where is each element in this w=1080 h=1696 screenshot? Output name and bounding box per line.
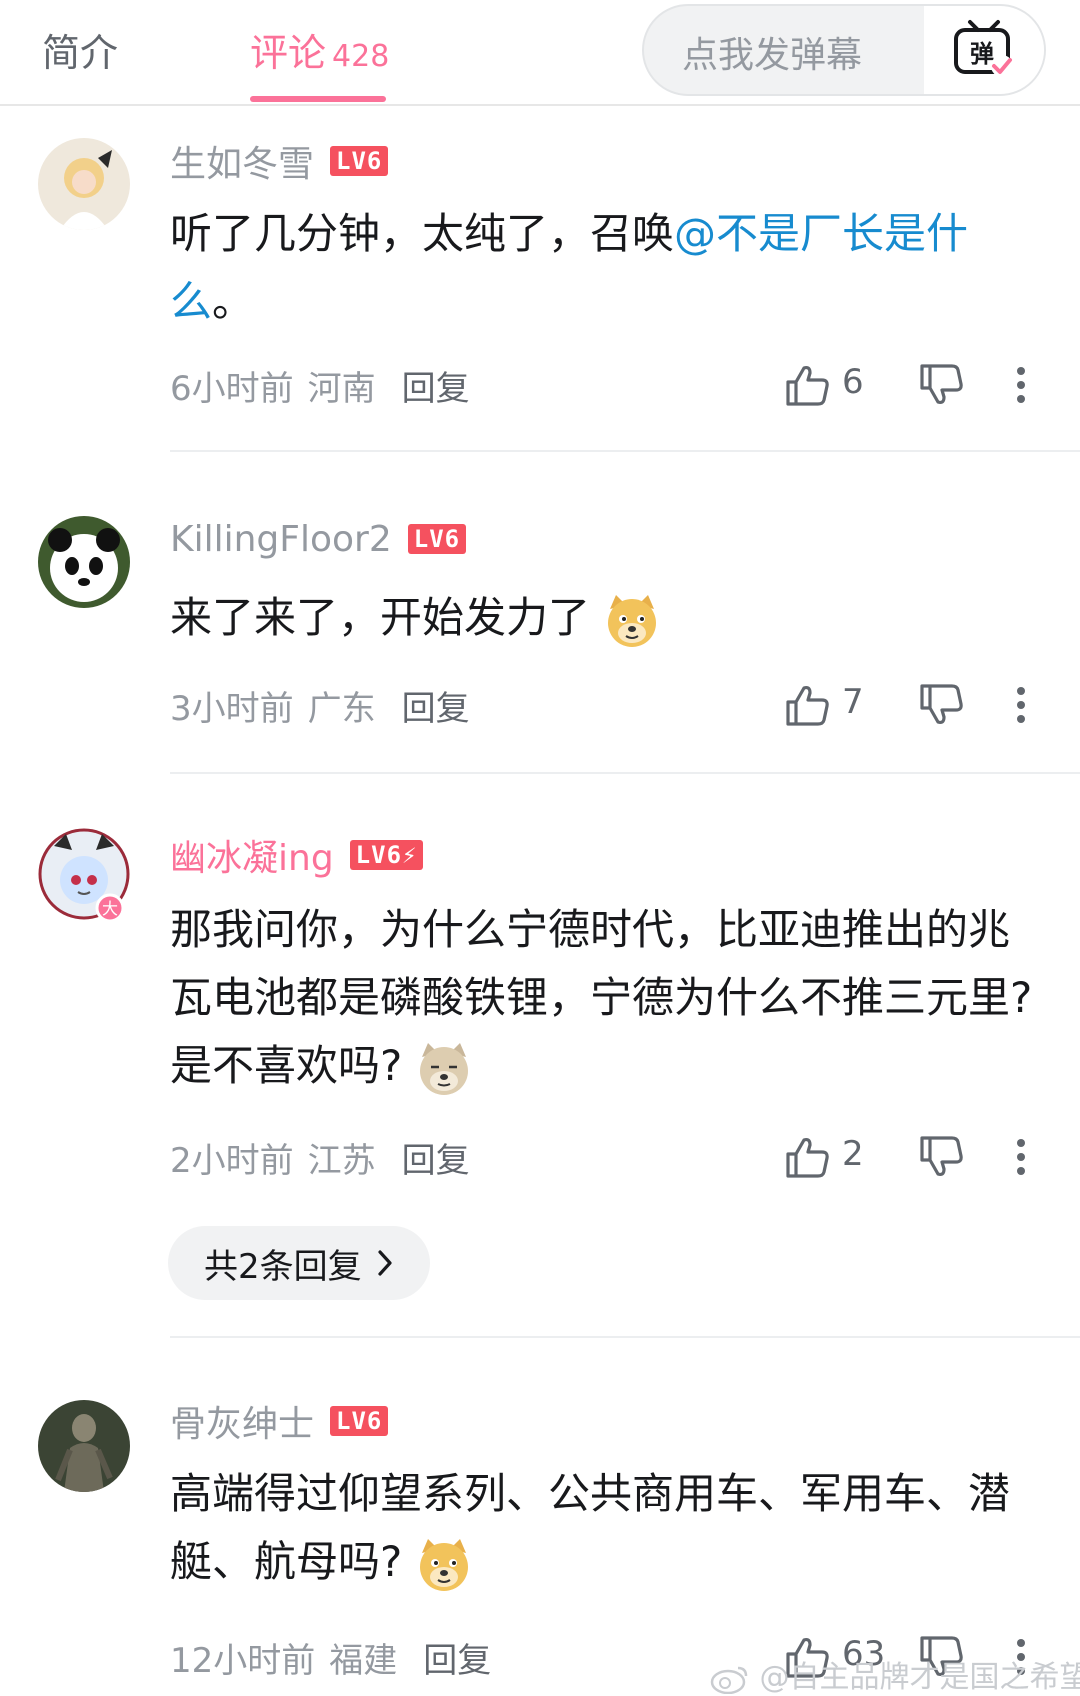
comment-divider xyxy=(170,450,1080,452)
view-replies-label: 共2条回复 xyxy=(204,1246,362,1287)
comment-text-body: 那我问你，为什么宁德时代，比亚迪推出的兆瓦电池都是磷酸铁锂，宁德为什么不推三元里… xyxy=(170,905,1033,1090)
tab-bar: 简介 评论 428 点我发弹幕 弹 xyxy=(0,0,1080,106)
level-badge: LV6 xyxy=(330,1406,389,1436)
comment-location: 福建 xyxy=(329,1640,398,1681)
more-vertical-icon[interactable] xyxy=(1016,366,1026,404)
comment-time: 3小时前 xyxy=(170,688,294,729)
avatar[interactable] xyxy=(38,1400,130,1492)
comment-header: 骨灰绅士 LV6 xyxy=(170,1395,389,1447)
thumb-down-icon[interactable] xyxy=(918,1136,964,1178)
comment-location: 江苏 xyxy=(307,1140,376,1181)
danmaku-placeholder: 点我发弹幕 xyxy=(682,35,863,76)
tab-intro[interactable]: 简介 xyxy=(42,22,118,77)
danmaku-glyph: 弹 xyxy=(970,40,994,68)
comment-text: 高端得过仰望系列、公共商用车、军用车、潜艇、航母吗? xyxy=(170,1460,1040,1596)
thumb-down-icon[interactable] xyxy=(918,684,964,726)
reply-button[interactable]: 回复 xyxy=(402,1133,470,1182)
like-count: 6 xyxy=(842,362,864,402)
username[interactable]: 生如冬雪 xyxy=(170,135,314,187)
comment-time: 6小时前 xyxy=(170,368,294,409)
more-vertical-icon[interactable] xyxy=(1016,1138,1026,1176)
svg-text:大: 大 xyxy=(102,899,118,918)
reply-button[interactable]: 回复 xyxy=(423,1633,491,1682)
comment-meta: 2小时前 江苏 回复 xyxy=(170,1132,470,1182)
reply-button[interactable]: 回复 xyxy=(402,681,470,730)
comment-location: 广东 xyxy=(307,688,376,729)
comment-divider xyxy=(170,1336,1080,1338)
comment-time: 2小时前 xyxy=(170,1140,294,1181)
reply-button[interactable]: 回复 xyxy=(402,361,470,410)
comment-actions: 2 xyxy=(780,1132,1050,1182)
tab-comments-label: 评论 xyxy=(250,31,327,75)
danmaku-toggle-button[interactable]: 弹 xyxy=(924,6,1044,94)
danmaku-input[interactable]: 点我发弹幕 弹 xyxy=(642,4,1046,96)
comment-meta: 3小时前 广东 回复 xyxy=(170,680,470,730)
chevron-right-icon xyxy=(378,1250,392,1276)
thumb-up-icon[interactable] xyxy=(784,684,830,726)
like-count: 2 xyxy=(842,1134,864,1174)
comment-text: 那我问你，为什么宁德时代，比亚迪推出的兆瓦电池都是磷酸铁锂，宁德为什么不推三元里… xyxy=(170,896,1040,1100)
level-badge: LV6⚡ xyxy=(349,840,424,870)
username[interactable]: 幽冰凝ing xyxy=(170,829,334,881)
doge-emoji xyxy=(420,1538,469,1591)
avatar[interactable]: 大 xyxy=(38,828,130,923)
comment-header: 生如冬雪 LV6 xyxy=(170,135,389,187)
weibo-icon xyxy=(710,1666,748,1694)
comment-actions: 6 xyxy=(780,360,1050,410)
comment-text-body: 听了几分钟，太纯了，召唤 xyxy=(170,209,675,258)
comment-text-body: 来了来了，开始发力了 xyxy=(170,593,591,642)
view-replies-button[interactable]: 共2条回复 xyxy=(168,1226,430,1300)
like-count: 7 xyxy=(842,682,864,722)
comment-divider xyxy=(170,772,1080,774)
level-badge: LV6 xyxy=(330,146,389,176)
danmaku-tv-icon: 弹 xyxy=(954,20,1013,77)
thumb-up-icon[interactable] xyxy=(784,1136,830,1178)
level-badge: LV6 xyxy=(407,524,467,554)
avatar[interactable] xyxy=(38,138,130,230)
comment-meta: 12小时前 福建 回复 xyxy=(170,1632,491,1682)
comment-text: 来了来了，开始发力了 xyxy=(170,584,1040,652)
more-vertical-icon[interactable] xyxy=(1016,686,1026,724)
doge-emoji xyxy=(608,594,657,647)
doge-emoji xyxy=(420,1042,469,1095)
comment-count: 428 xyxy=(332,39,390,74)
username[interactable]: 骨灰绅士 xyxy=(170,1395,314,1447)
thumb-down-icon[interactable] xyxy=(918,364,964,406)
avatar[interactable] xyxy=(38,516,130,608)
watermark-text: @自主品牌才是国之希望 xyxy=(759,1660,1080,1695)
thumb-up-icon[interactable] xyxy=(784,364,830,406)
watermark: @自主品牌才是国之希望 xyxy=(710,1652,1080,1696)
comment-text: 听了几分钟，太纯了，召唤@不是厂长是什么。 xyxy=(170,200,1040,336)
comment-header: 幽冰凝ing LV6⚡ xyxy=(170,829,424,881)
tab-comments[interactable]: 评论 428 xyxy=(250,22,389,77)
comment-location: 河南 xyxy=(307,368,376,409)
active-tab-indicator xyxy=(250,96,386,102)
comment-actions: 7 xyxy=(780,680,1050,730)
comment-time: 12小时前 xyxy=(170,1640,316,1681)
comment-meta: 6小时前 河南 回复 xyxy=(170,360,470,410)
comment-text-tail: 。 xyxy=(212,277,255,326)
comment-text-body: 高端得过仰望系列、公共商用车、军用车、潜艇、航母吗? xyxy=(170,1469,1011,1586)
comment-header: KillingFloor2 LV6 xyxy=(170,514,467,564)
username[interactable]: KillingFloor2 xyxy=(170,519,392,560)
